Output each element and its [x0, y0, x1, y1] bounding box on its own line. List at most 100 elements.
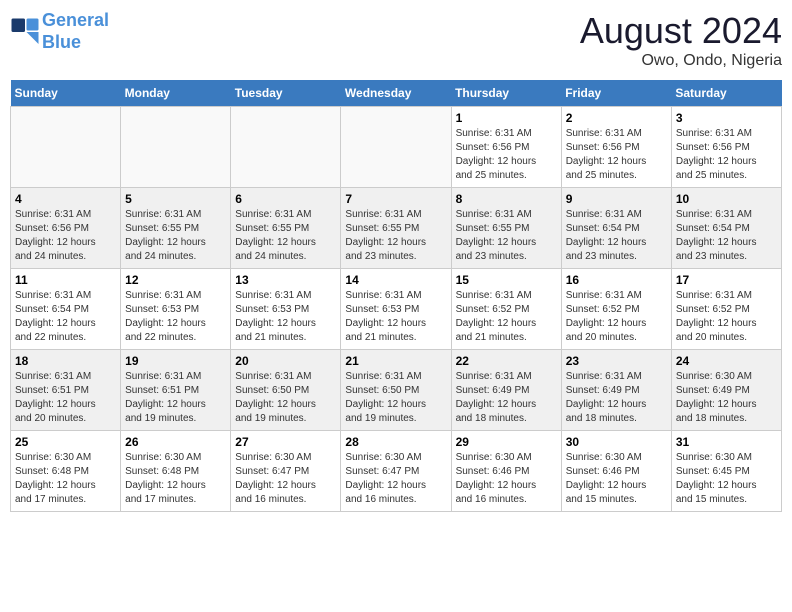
calendar-cell: 10 Sunrise: 6:31 AMSunset: 6:54 PMDayligh… [671, 188, 781, 269]
calendar-cell [121, 107, 231, 188]
calendar-week-row: 18 Sunrise: 6:31 AMSunset: 6:51 PMDayligh… [11, 350, 782, 431]
day-number: 9 [566, 192, 667, 206]
day-info: Sunrise: 6:31 AMSunset: 6:54 PMDaylight:… [566, 208, 667, 264]
day-info: Sunrise: 6:31 AMSunset: 6:55 PMDaylight:… [125, 208, 226, 264]
day-info: Sunrise: 6:30 AMSunset: 6:48 PMDaylight:… [15, 451, 116, 507]
day-info: Sunrise: 6:31 AMSunset: 6:55 PMDaylight:… [456, 208, 557, 264]
calendar-cell: 3 Sunrise: 6:31 AMSunset: 6:56 PMDaylight… [671, 107, 781, 188]
weekday-header: Monday [121, 80, 231, 107]
day-number: 10 [676, 192, 777, 206]
day-number: 18 [15, 354, 116, 368]
calendar-cell: 25 Sunrise: 6:30 AMSunset: 6:48 PMDayligh… [11, 431, 121, 512]
calendar-header-row: SundayMondayTuesdayWednesdayThursdayFrid… [11, 80, 782, 107]
calendar-cell: 12Sunrise: 6:31 AMSunset: 6:53 PMDayligh… [121, 269, 231, 350]
logo-icon [10, 17, 40, 47]
logo-blue: Blue [42, 32, 81, 52]
day-number: 4 [15, 192, 116, 206]
logo-general: General [42, 10, 109, 30]
day-info: Sunrise: 6:31 AMSunset: 6:53 PMDaylight:… [345, 289, 446, 345]
calendar-cell: 15 Sunrise: 6:31 AMSunset: 6:52 PMDayligh… [451, 269, 561, 350]
calendar-cell: 4 Sunrise: 6:31 AMSunset: 6:56 PMDaylight… [11, 188, 121, 269]
calendar-cell: 26 Sunrise: 6:30 AMSunset: 6:48 PMDayligh… [121, 431, 231, 512]
calendar-cell: 30Sunrise: 6:30 AMSunset: 6:46 PMDayligh… [561, 431, 671, 512]
day-number: 25 [15, 435, 116, 449]
calendar-cell: 11Sunrise: 6:31 AMSunset: 6:54 PMDayligh… [11, 269, 121, 350]
day-info: Sunrise: 6:31 AMSunset: 6:50 PMDaylight:… [345, 370, 446, 426]
day-number: 29 [456, 435, 557, 449]
title-block: August 2024 Owo, Ondo, Nigeria [580, 10, 782, 70]
day-info: Sunrise: 6:31 AMSunset: 6:49 PMDaylight:… [566, 370, 667, 426]
day-info: Sunrise: 6:31 AMSunset: 6:54 PMDaylight:… [676, 208, 777, 264]
day-info: Sunrise: 6:31 AMSunset: 6:55 PMDaylight:… [345, 208, 446, 264]
day-info: Sunrise: 6:31 AMSunset: 6:53 PMDaylight:… [125, 289, 226, 345]
day-number: 26 [125, 435, 226, 449]
calendar-cell [231, 107, 341, 188]
weekday-header: Sunday [11, 80, 121, 107]
day-number: 28 [345, 435, 446, 449]
day-number: 15 [456, 273, 557, 287]
day-number: 5 [125, 192, 226, 206]
day-info: Sunrise: 6:30 AMSunset: 6:47 PMDaylight:… [235, 451, 336, 507]
day-info: Sunrise: 6:30 AMSunset: 6:46 PMDaylight:… [566, 451, 667, 507]
calendar-week-row: 11Sunrise: 6:31 AMSunset: 6:54 PMDayligh… [11, 269, 782, 350]
calendar-week-row: 4 Sunrise: 6:31 AMSunset: 6:56 PMDaylight… [11, 188, 782, 269]
calendar-cell: 28 Sunrise: 6:30 AMSunset: 6:47 PMDayligh… [341, 431, 451, 512]
day-number: 27 [235, 435, 336, 449]
day-number: 23 [566, 354, 667, 368]
day-info: Sunrise: 6:31 AMSunset: 6:55 PMDaylight:… [235, 208, 336, 264]
calendar-cell: 31Sunrise: 6:30 AMSunset: 6:45 PMDayligh… [671, 431, 781, 512]
calendar-cell: 8 Sunrise: 6:31 AMSunset: 6:55 PMDaylight… [451, 188, 561, 269]
day-info: Sunrise: 6:31 AMSunset: 6:52 PMDaylight:… [566, 289, 667, 345]
day-number: 3 [676, 111, 777, 125]
day-info: Sunrise: 6:30 AMSunset: 6:46 PMDaylight:… [456, 451, 557, 507]
weekday-header: Saturday [671, 80, 781, 107]
day-info: Sunrise: 6:31 AMSunset: 6:56 PMDaylight:… [15, 208, 116, 264]
calendar-cell: 6 Sunrise: 6:31 AMSunset: 6:55 PMDaylight… [231, 188, 341, 269]
calendar-cell: 7 Sunrise: 6:31 AMSunset: 6:55 PMDaylight… [341, 188, 451, 269]
calendar-cell: 19Sunrise: 6:31 AMSunset: 6:51 PMDayligh… [121, 350, 231, 431]
day-number: 7 [345, 192, 446, 206]
day-info: Sunrise: 6:31 AMSunset: 6:56 PMDaylight:… [456, 127, 557, 183]
calendar-cell: 23 Sunrise: 6:31 AMSunset: 6:49 PMDayligh… [561, 350, 671, 431]
day-info: Sunrise: 6:31 AMSunset: 6:49 PMDaylight:… [456, 370, 557, 426]
location: Owo, Ondo, Nigeria [580, 52, 782, 70]
day-number: 13 [235, 273, 336, 287]
day-number: 8 [456, 192, 557, 206]
calendar-cell: 20Sunrise: 6:31 AMSunset: 6:50 PMDayligh… [231, 350, 341, 431]
calendar-week-row: 1 Sunrise: 6:31 AMSunset: 6:56 PMDaylight… [11, 107, 782, 188]
day-number: 14 [345, 273, 446, 287]
weekday-header: Friday [561, 80, 671, 107]
calendar-cell: 5 Sunrise: 6:31 AMSunset: 6:55 PMDaylight… [121, 188, 231, 269]
calendar-cell: 16 Sunrise: 6:31 AMSunset: 6:52 PMDayligh… [561, 269, 671, 350]
calendar-cell: 24 Sunrise: 6:30 AMSunset: 6:49 PMDayligh… [671, 350, 781, 431]
logo-text: General Blue [42, 10, 109, 53]
day-info: Sunrise: 6:30 AMSunset: 6:48 PMDaylight:… [125, 451, 226, 507]
day-number: 21 [345, 354, 446, 368]
calendar-week-row: 25 Sunrise: 6:30 AMSunset: 6:48 PMDayligh… [11, 431, 782, 512]
day-info: Sunrise: 6:31 AMSunset: 6:52 PMDaylight:… [456, 289, 557, 345]
day-number: 22 [456, 354, 557, 368]
day-info: Sunrise: 6:31 AMSunset: 6:52 PMDaylight:… [676, 289, 777, 345]
calendar-cell: 13 Sunrise: 6:31 AMSunset: 6:53 PMDayligh… [231, 269, 341, 350]
logo: General Blue [10, 10, 109, 53]
calendar-cell: 1 Sunrise: 6:31 AMSunset: 6:56 PMDaylight… [451, 107, 561, 188]
day-number: 17 [676, 273, 777, 287]
weekday-header: Thursday [451, 80, 561, 107]
day-info: Sunrise: 6:30 AMSunset: 6:47 PMDaylight:… [345, 451, 446, 507]
day-info: Sunrise: 6:31 AMSunset: 6:56 PMDaylight:… [566, 127, 667, 183]
calendar-cell: 14 Sunrise: 6:31 AMSunset: 6:53 PMDayligh… [341, 269, 451, 350]
calendar-cell [341, 107, 451, 188]
day-number: 1 [456, 111, 557, 125]
day-number: 16 [566, 273, 667, 287]
day-info: Sunrise: 6:31 AMSunset: 6:56 PMDaylight:… [676, 127, 777, 183]
day-info: Sunrise: 6:31 AMSunset: 6:54 PMDaylight:… [15, 289, 116, 345]
calendar-cell: 17 Sunrise: 6:31 AMSunset: 6:52 PMDayligh… [671, 269, 781, 350]
calendar-cell: 27 Sunrise: 6:30 AMSunset: 6:47 PMDayligh… [231, 431, 341, 512]
day-number: 31 [676, 435, 777, 449]
day-number: 6 [235, 192, 336, 206]
day-number: 24 [676, 354, 777, 368]
calendar-cell: 18 Sunrise: 6:31 AMSunset: 6:51 PMDayligh… [11, 350, 121, 431]
day-info: Sunrise: 6:31 AMSunset: 6:51 PMDaylight:… [15, 370, 116, 426]
day-info: Sunrise: 6:30 AMSunset: 6:49 PMDaylight:… [676, 370, 777, 426]
day-info: Sunrise: 6:31 AMSunset: 6:53 PMDaylight:… [235, 289, 336, 345]
